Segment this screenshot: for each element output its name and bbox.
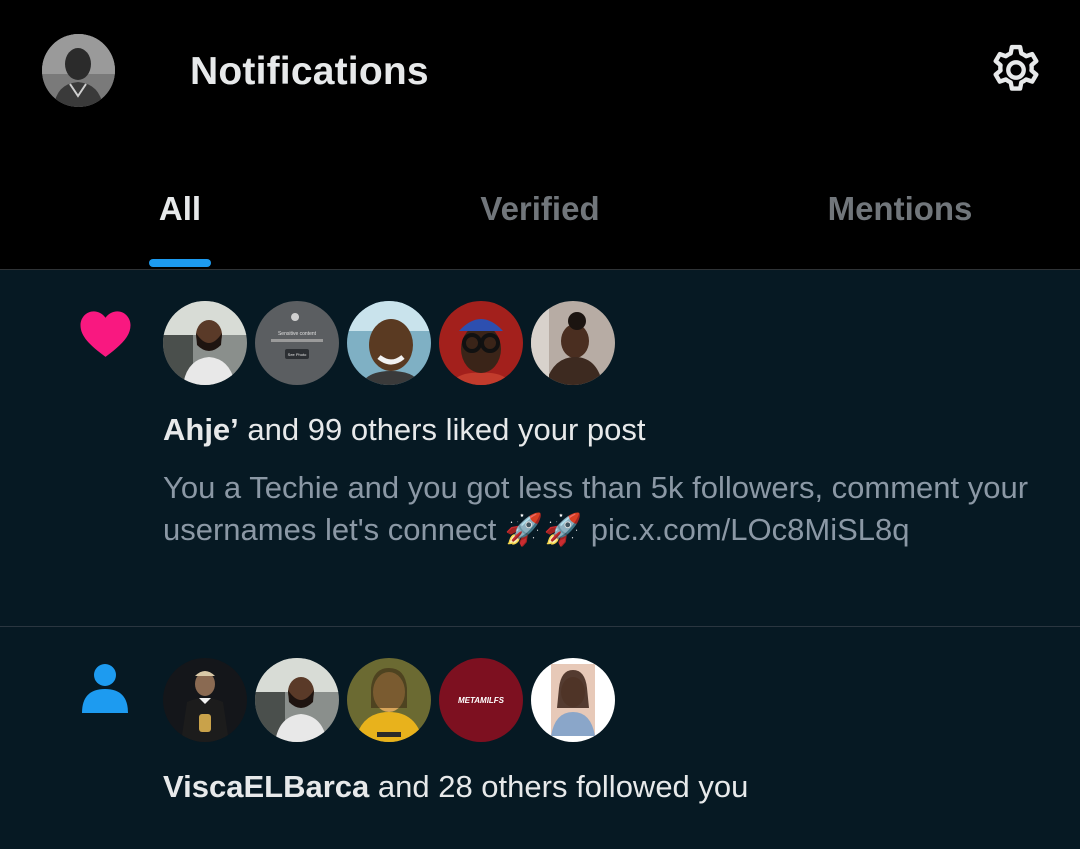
tab-mentions[interactable]: Mentions bbox=[720, 140, 1080, 269]
gear-icon bbox=[993, 44, 1039, 91]
profile-avatar-image bbox=[42, 34, 115, 107]
page-title: Notifications bbox=[190, 50, 429, 93]
tab-all-label: All bbox=[158, 190, 202, 227]
top-bar: Notifications bbox=[0, 0, 1080, 140]
notification-title: ViscaELBarca and 28 others followed you bbox=[163, 769, 748, 805]
notification-tabs: All Verified Mentions bbox=[0, 140, 1080, 270]
notification-title: Ahje’ and 99 others liked your post bbox=[163, 412, 646, 448]
avatar-man-car[interactable] bbox=[163, 301, 247, 385]
action-text: and 99 others liked your post bbox=[238, 412, 646, 447]
actor-name[interactable]: Ahje’ bbox=[163, 412, 239, 447]
post-media-link[interactable]: pic.x.com/LOc8MiSL8q bbox=[591, 512, 910, 547]
see-photo-label: See Photo bbox=[288, 352, 307, 357]
settings-button[interactable] bbox=[984, 38, 1048, 102]
person-icon bbox=[82, 663, 128, 720]
profile-avatar[interactable] bbox=[42, 34, 115, 107]
avatar-man-glasses[interactable] bbox=[439, 301, 523, 385]
heart-icon bbox=[78, 308, 133, 363]
avatar-woman[interactable] bbox=[531, 301, 615, 385]
tab-verified-label: Verified bbox=[480, 190, 600, 227]
actor-name[interactable]: ViscaELBarca bbox=[163, 769, 369, 804]
avatar-sensitive-content[interactable]: Sensitive content See Photo bbox=[255, 301, 339, 385]
tab-all[interactable]: All bbox=[0, 140, 360, 269]
notification-like[interactable]: Sensitive content See Photo Ahje’ and 99… bbox=[0, 270, 1080, 627]
avatar-mona-lisa[interactable] bbox=[347, 658, 431, 742]
post-preview: You a Techie and you got less than 5k fo… bbox=[163, 467, 1033, 551]
notification-follow[interactable]: METAMILFS ViscaELBarca and 28 others fol… bbox=[0, 627, 1080, 849]
action-text: and 28 others followed you bbox=[369, 769, 749, 804]
avatar-smiling-man[interactable] bbox=[347, 301, 431, 385]
avatar-man-car[interactable] bbox=[255, 658, 339, 742]
tab-verified[interactable]: Verified bbox=[360, 140, 720, 269]
avatar-woman-selfie[interactable] bbox=[531, 658, 615, 742]
active-tab-indicator bbox=[149, 259, 211, 267]
sensitive-label: Sensitive content bbox=[278, 331, 317, 337]
avatar-metamilfs[interactable]: METAMILFS bbox=[439, 658, 523, 742]
tab-mentions-label: Mentions bbox=[827, 190, 973, 227]
metamilfs-badge-text: METAMILFS bbox=[458, 696, 505, 705]
avatar-man-trophy[interactable] bbox=[163, 658, 247, 742]
